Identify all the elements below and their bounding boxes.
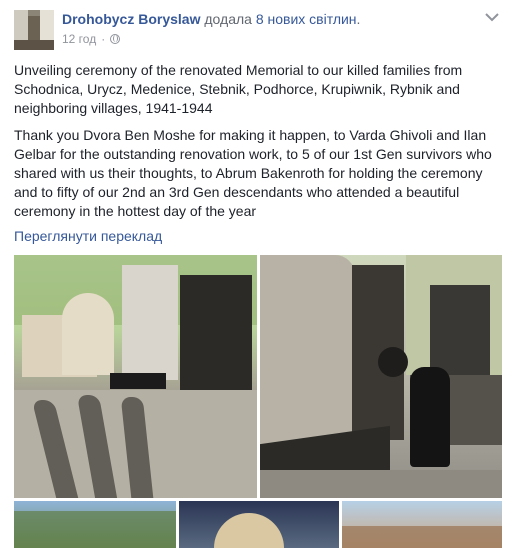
post-action-text: додала [204, 11, 252, 27]
post-header: Drohobycz Boryslaw додала 8 нових світли… [14, 8, 504, 52]
post-photo-5[interactable] [342, 501, 502, 548]
post-photo-4[interactable] [179, 501, 339, 548]
globe-icon[interactable] [110, 34, 121, 44]
post-photo-3[interactable] [14, 501, 176, 548]
post-headline: Drohobycz Boryslaw додала 8 нових світли… [62, 11, 360, 27]
post-photo-2[interactable] [260, 255, 502, 498]
post-meta: 12 год · [62, 32, 121, 46]
meta-separator: · [101, 32, 106, 46]
post-paragraph-2: Thank you Dvora Ben Moshe for making it … [14, 127, 492, 219]
new-photos-link[interactable]: 8 нових світлин [256, 11, 357, 27]
chevron-down-icon[interactable] [484, 10, 500, 24]
facebook-post: Drohobycz Boryslaw додала 8 нових світли… [0, 0, 514, 548]
author-name[interactable]: Drohobycz Boryslaw [62, 11, 200, 27]
avatar[interactable] [14, 10, 54, 50]
post-timestamp[interactable]: 12 год [62, 32, 96, 46]
headline-punctuation: . [356, 11, 361, 27]
see-translation-link[interactable]: Переглянути переклад [14, 228, 162, 244]
post-photo-1[interactable] [14, 255, 257, 498]
post-text: Unveiling ceremony of the renovated Memo… [14, 61, 502, 229]
post-paragraph-1: Unveiling ceremony of the renovated Memo… [14, 62, 463, 116]
